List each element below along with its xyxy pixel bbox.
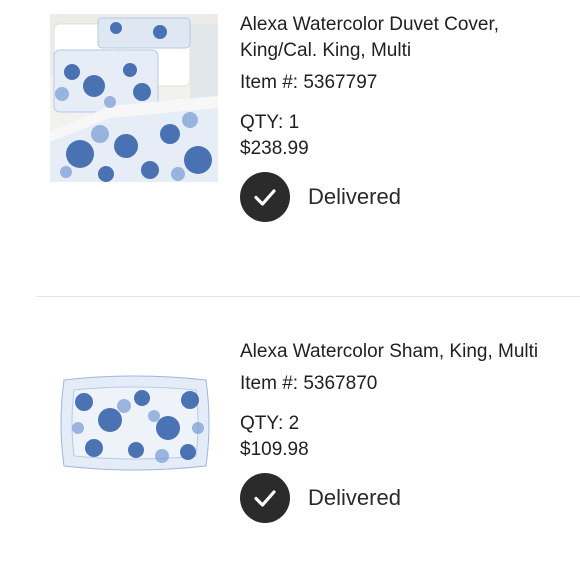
- item-details: Alexa Watercolor Sham, King, Multi Item …: [240, 339, 540, 523]
- order-item: Alexa Watercolor Duvet Cover, King/Cal. …: [0, 0, 580, 296]
- status-label: Delivered: [308, 184, 401, 209]
- product-title[interactable]: Alexa Watercolor Sham, King, Multi: [240, 339, 540, 365]
- bedding-image-icon: [50, 14, 218, 182]
- status-label: Delivered: [308, 485, 401, 510]
- quantity: QTY: 1: [240, 112, 300, 133]
- item-details: Alexa Watercolor Duvet Cover, King/Cal. …: [240, 12, 540, 222]
- item-number: Item #: 5367797: [240, 72, 378, 93]
- sham-product-image[interactable]: [58, 372, 212, 474]
- duvet-product-image[interactable]: [50, 14, 218, 182]
- price: $238.99: [240, 138, 309, 159]
- delivery-status: Delivered: [240, 172, 540, 222]
- checkmark-icon: [240, 473, 290, 523]
- product-title[interactable]: Alexa Watercolor Duvet Cover, King/Cal. …: [240, 12, 540, 64]
- order-item: Alexa Watercolor Sham, King, Multi Item …: [0, 297, 580, 580]
- item-number: Item #: 5367870: [240, 373, 378, 394]
- quantity: QTY: 2: [240, 413, 300, 434]
- delivery-status: Delivered: [240, 473, 540, 523]
- price: $109.98: [240, 439, 309, 460]
- checkmark-icon: [240, 172, 290, 222]
- pillow-sham-image-icon: [58, 372, 212, 474]
